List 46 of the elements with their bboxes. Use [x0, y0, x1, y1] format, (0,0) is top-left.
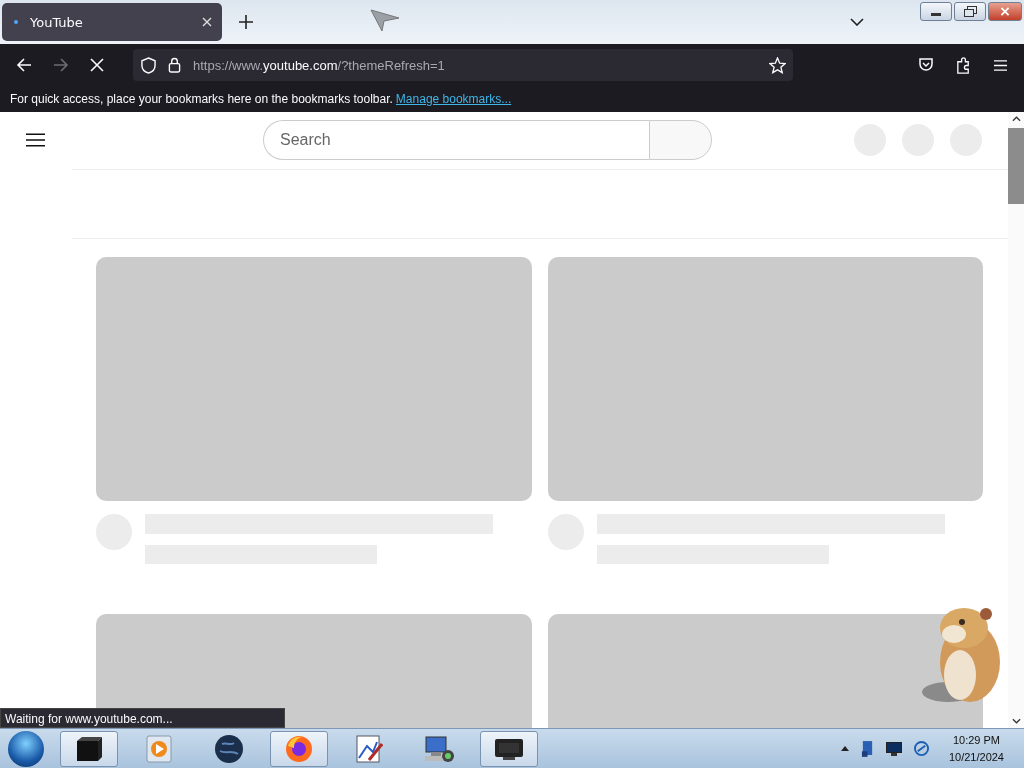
book-icon[interactable] — [860, 740, 874, 757]
puzzle-icon[interactable] — [955, 56, 972, 74]
cursor-icon — [370, 6, 400, 32]
tab-title: YouTube — [30, 14, 84, 30]
taskbar-app[interactable] — [60, 730, 118, 767]
clock[interactable]: 10:29 PM 10/21/2024 — [948, 732, 1004, 765]
monitor-icon — [494, 736, 524, 761]
minimize-button[interactable] — [920, 2, 952, 21]
monitor-icon[interactable] — [885, 741, 902, 756]
close-button[interactable] — [988, 2, 1022, 21]
clock-date: 10/21/2024 — [948, 749, 1004, 765]
box-icon — [74, 734, 104, 763]
loading-icon — [14, 20, 18, 24]
computer-icon — [423, 733, 455, 764]
scroll-down-icon[interactable] — [1011, 718, 1021, 724]
paint-icon — [355, 733, 383, 764]
manage-bookmarks-link[interactable]: Manage bookmarks... — [395, 92, 512, 106]
search-field[interactable]: Search — [263, 120, 649, 160]
address-bar[interactable]: https://www.youtube.com/?themeRefresh=1 — [133, 49, 793, 81]
chevron-down-icon[interactable] — [850, 18, 864, 26]
lock-icon[interactable] — [168, 57, 181, 73]
close-icon[interactable] — [202, 17, 212, 27]
play-icon — [146, 734, 172, 763]
stop-icon[interactable] — [90, 58, 104, 72]
url-text: https://www.youtube.com/?themeRefresh=1 — [193, 57, 445, 73]
network-icon[interactable] — [913, 741, 929, 756]
taskbar-app[interactable] — [480, 730, 538, 767]
pocket-icon[interactable] — [918, 57, 934, 73]
forward-icon[interactable] — [53, 57, 69, 73]
chevron-up-icon[interactable] — [840, 746, 849, 751]
browser-tab[interactable]: YouTube — [2, 3, 222, 41]
clock-time: 10:29 PM — [952, 733, 1000, 748]
star-icon[interactable] — [769, 56, 786, 74]
start-button[interactable] — [8, 730, 44, 767]
restore-button[interactable] — [954, 2, 986, 21]
new-tab-icon[interactable] — [239, 15, 253, 29]
bookmarks-message: For quick access, place your bookmarks here on the bookmarks toolbar. — [10, 92, 393, 106]
scroll-thumb[interactable] — [1008, 128, 1024, 204]
shield-icon[interactable] — [141, 56, 156, 74]
status-text: Waiting for www.youtube.com... — [0, 708, 285, 728]
back-icon[interactable] — [16, 57, 32, 73]
menu-icon[interactable] — [26, 133, 45, 147]
scroll-up-icon[interactable] — [1011, 116, 1021, 122]
globe-icon — [214, 733, 244, 764]
firefox-icon — [284, 733, 314, 764]
close-icon — [1000, 7, 1010, 16]
